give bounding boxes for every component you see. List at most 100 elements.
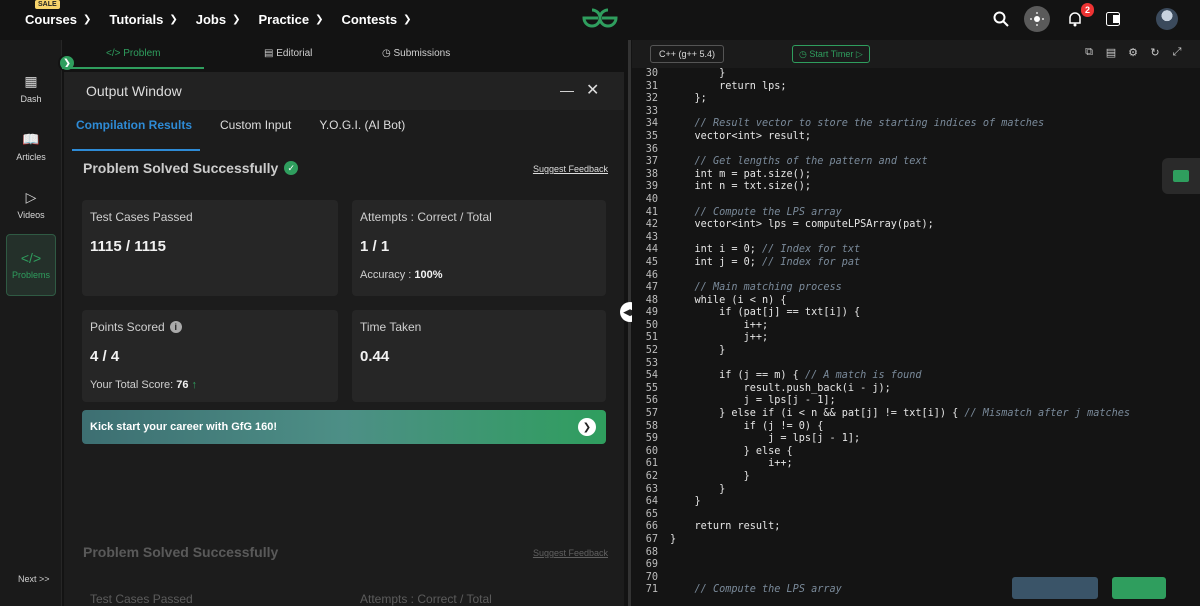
copy-icon[interactable]: ⧉ <box>1078 46 1100 59</box>
panel-divider[interactable] <box>628 40 631 606</box>
code-line[interactable]: 53 <box>632 358 1200 371</box>
tab-editorial[interactable]: ▤ Editorial <box>264 48 312 59</box>
code-line[interactable]: 61 i++; <box>632 458 1200 471</box>
suggest-feedback-link[interactable]: Suggest Feedback <box>533 164 608 174</box>
code-line[interactable]: 64 } <box>632 496 1200 509</box>
time-card: Time Taken 0.44 <box>352 310 606 402</box>
code-text: } <box>662 496 701 509</box>
code-line[interactable]: 31 return lps; <box>632 81 1200 94</box>
nav-tutorials[interactable]: Tutorials ❯ <box>109 12 177 27</box>
accuracy-line: Accuracy : 100% <box>360 269 598 281</box>
code-line[interactable]: 41 // Compute the LPS array <box>632 207 1200 220</box>
compile-run-button[interactable] <box>1012 577 1098 599</box>
code-line[interactable]: 59 j = lps[j - 1]; <box>632 433 1200 446</box>
code-line[interactable]: 49 if (pat[j] == txt[i]) { <box>632 307 1200 320</box>
nav-courses[interactable]: SALE Courses ❯ <box>25 0 92 27</box>
code-line[interactable]: 48 while (i < n) { <box>632 295 1200 308</box>
code-line[interactable]: 51 j++; <box>632 332 1200 345</box>
code-line[interactable]: 57 } else if (i < n && pat[j] != txt[i])… <box>632 408 1200 421</box>
code-line[interactable]: 69 <box>632 559 1200 572</box>
code-line[interactable]: 67} <box>632 534 1200 547</box>
code-line[interactable]: 35 vector<int> result; <box>632 131 1200 144</box>
minimize-icon[interactable]: — <box>560 82 574 98</box>
code-line[interactable]: 43 <box>632 232 1200 245</box>
code-line[interactable]: 38 int m = pat.size(); <box>632 169 1200 182</box>
chevron-down-icon: ❯ <box>83 13 92 25</box>
fullscreen-icon[interactable]: ⤢ <box>1166 46 1188 59</box>
sidebar-item-articles[interactable]: 📖 Articles <box>0 118 62 174</box>
code-line[interactable]: 52 } <box>632 345 1200 358</box>
language-select[interactable]: C++ (g++ 5.4) <box>650 45 725 63</box>
file-icon[interactable]: ▤ <box>1100 46 1122 59</box>
bell-icon[interactable]: 2 <box>1062 3 1094 32</box>
tab-yogi-ai-bot[interactable]: Y.O.G.I. (AI Bot) <box>319 118 405 132</box>
code-line[interactable]: 66 return result; <box>632 521 1200 534</box>
code-text: i++; <box>662 458 793 471</box>
code-text: } <box>662 534 676 547</box>
tab-compilation-results[interactable]: Compilation Results <box>76 118 192 132</box>
code-line[interactable]: 55 result.push_back(i - j); <box>632 383 1200 396</box>
sidebar-item-problems[interactable]: </> Problems <box>6 234 56 296</box>
code-statement: result.push_back(i - j); <box>670 382 891 394</box>
sidebar-item-dash[interactable]: ▦ Dash <box>0 60 62 116</box>
code-line[interactable]: 37 // Get lengths of the pattern and tex… <box>632 156 1200 169</box>
editor-bottom-actions <box>1012 577 1180 599</box>
settings-icon[interactable]: ⚙ <box>1122 46 1144 59</box>
code-line[interactable]: 45 int j = 0; // Index for pat <box>632 257 1200 270</box>
start-timer-button[interactable]: ◷ Start Timer ▷ <box>792 45 870 63</box>
code-editor[interactable]: 30 } 31 return lps; 32 }; 33 34 // Result ve… <box>632 68 1200 606</box>
promo-banner[interactable]: Kick start your career with GfG 160! ❯ <box>82 410 606 444</box>
code-line[interactable]: 46 <box>632 270 1200 283</box>
code-line[interactable]: 50 i++; <box>632 320 1200 333</box>
check-circle-icon: ✓ <box>284 161 299 175</box>
code-line[interactable]: 33 <box>632 106 1200 119</box>
code-line[interactable]: 60 } else { <box>632 446 1200 459</box>
code-line[interactable]: 42 vector<int> lps = computeLPSArray(pat… <box>632 219 1200 232</box>
code-line[interactable]: 62 } <box>632 471 1200 484</box>
code-line[interactable]: 30 } <box>632 68 1200 81</box>
nav-practice[interactable]: Practice ❯ <box>258 12 323 27</box>
nav-tutorials-label: Tutorials <box>109 11 164 27</box>
sidebar-item-videos[interactable]: ▷ Videos <box>0 176 62 232</box>
code-line[interactable]: 32 }; <box>632 93 1200 106</box>
code-line[interactable]: 58 if (j != 0) { <box>632 421 1200 434</box>
code-comment: // Compute the LPS array <box>694 584 842 596</box>
line-number: 37 <box>645 156 658 168</box>
nav-jobs[interactable]: Jobs ❯ <box>196 12 241 27</box>
tab-problem[interactable]: </> Problem <box>106 48 160 59</box>
next-button[interactable]: Next >> <box>18 574 50 584</box>
line-number: 71 <box>645 584 658 596</box>
gfg-logo[interactable] <box>576 4 624 32</box>
info-icon[interactable]: i <box>169 321 182 333</box>
code-line[interactable]: 44 int i = 0; // Index for txt <box>632 244 1200 257</box>
tab-submissions[interactable]: ◷ Submissions <box>382 48 450 59</box>
code-line[interactable]: 54 if (j == m) { // A match is found <box>632 370 1200 383</box>
code-statement: int j = 0; <box>670 256 763 268</box>
code-statement: } else if (i < n && pat[j] != txt[i]) { <box>670 408 965 420</box>
code-line[interactable]: 34 // Result vector to store the startin… <box>632 118 1200 131</box>
submit-button[interactable] <box>1112 577 1166 599</box>
code-line[interactable]: 68 <box>632 547 1200 560</box>
refresh-icon[interactable]: ↻ <box>1144 46 1166 59</box>
line-number: 51 <box>645 332 658 344</box>
chat-button[interactable] <box>1162 158 1200 194</box>
line-number: 54 <box>645 370 658 382</box>
code-line[interactable]: 56 j = lps[j - 1]; <box>632 395 1200 408</box>
nav-contests[interactable]: Contests ❯ <box>341 12 411 27</box>
avatar[interactable] <box>1156 8 1178 30</box>
code-line[interactable]: 40 <box>632 194 1200 207</box>
search-icon[interactable] <box>988 6 1014 32</box>
theme-toggle-icon[interactable] <box>1024 6 1050 32</box>
arrow-right-icon[interactable]: ❯ <box>578 418 596 436</box>
code-line[interactable]: 47 // Main matching process <box>632 282 1200 295</box>
code-line[interactable]: 63 } <box>632 484 1200 497</box>
line-number: 48 <box>645 294 658 306</box>
close-icon[interactable]: ✕ <box>586 80 599 100</box>
tab-custom-input[interactable]: Custom Input <box>220 118 291 132</box>
code-line[interactable]: 36 <box>632 144 1200 157</box>
translate-icon[interactable] <box>1100 6 1126 32</box>
code-line[interactable]: 65 <box>632 509 1200 522</box>
code-line[interactable]: 39 int n = txt.size(); <box>632 181 1200 194</box>
